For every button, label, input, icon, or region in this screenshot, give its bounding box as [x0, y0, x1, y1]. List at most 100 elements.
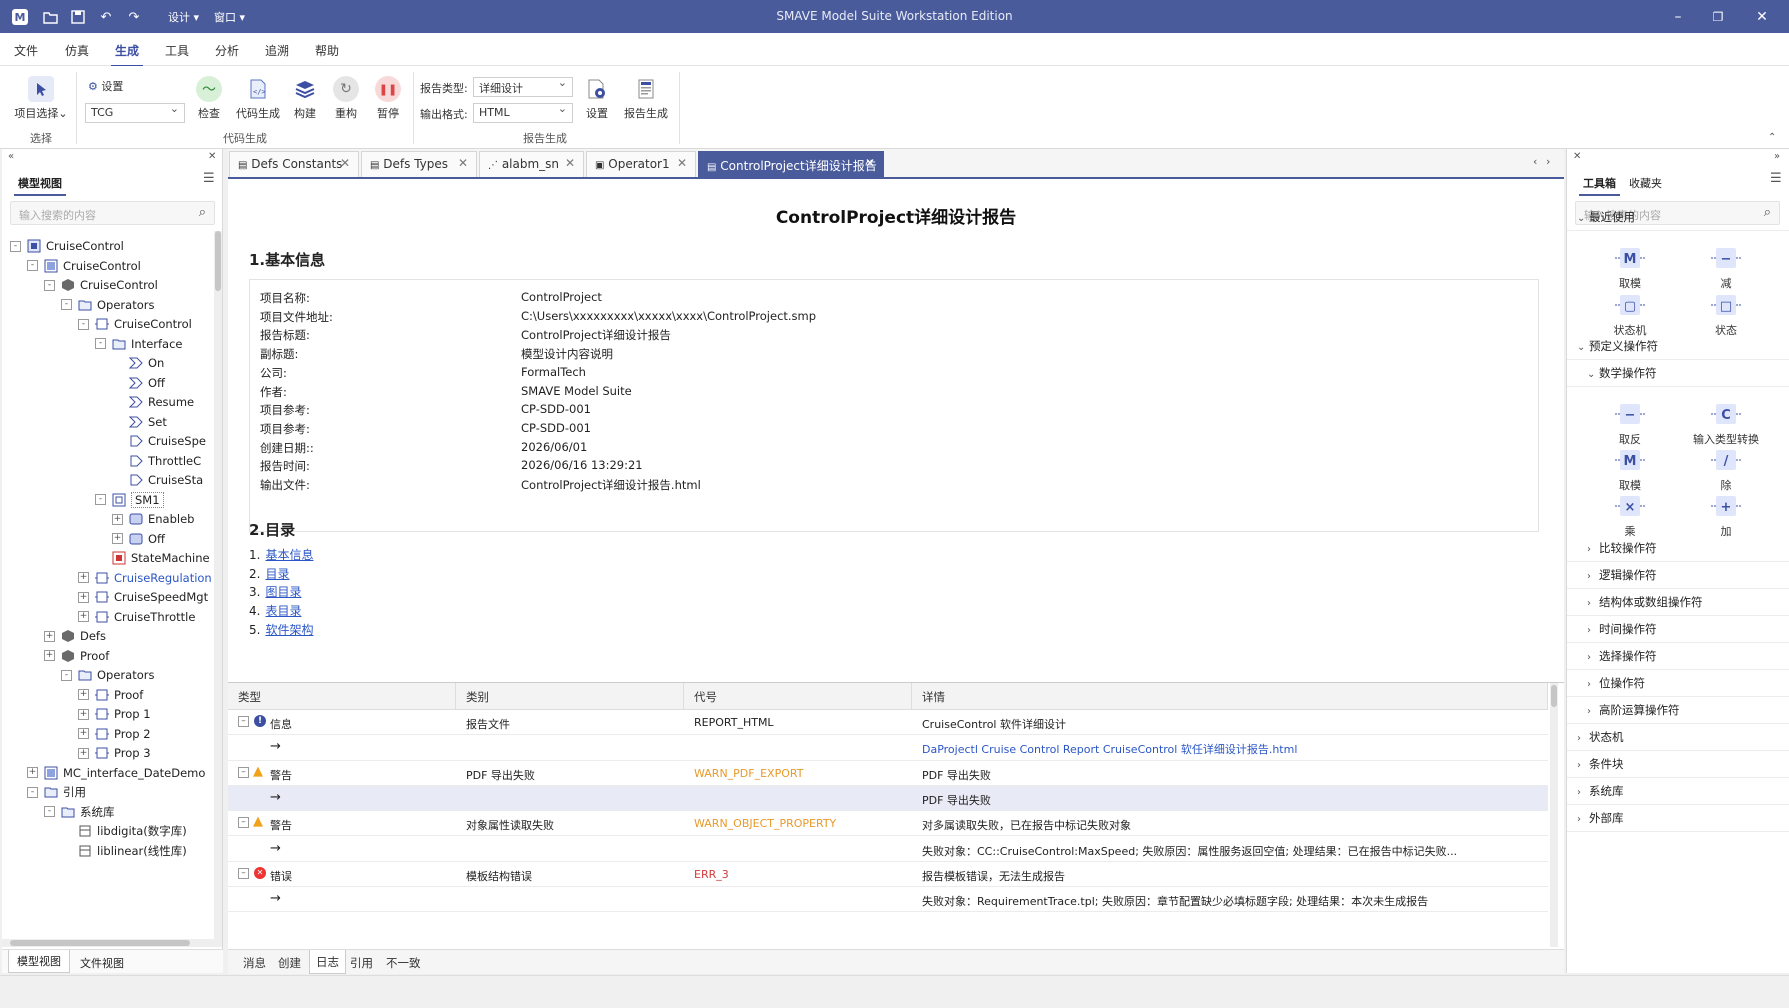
log-tab-create[interactable]: 创建	[278, 955, 301, 971]
tab-report[interactable]: ▤ ControlProject详细设计报告 ✕	[698, 151, 884, 177]
codegen-settings-button[interactable]: ⚙ 设置	[88, 78, 158, 94]
log-scrollbar[interactable]	[1550, 683, 1558, 947]
tab-scroll-right-icon[interactable]: ›	[1546, 155, 1550, 168]
expand-icon[interactable]: +	[112, 513, 123, 525]
tab-scroll-left-icon[interactable]: ‹	[1533, 155, 1537, 168]
output-format-select[interactable]: HTML	[473, 102, 573, 123]
tcg-select[interactable]: TCG	[85, 102, 185, 123]
toc-link[interactable]: 软件架构	[265, 623, 313, 637]
log-row[interactable]: → 失败对象：RequirementTrace.tpl; 失败原因：章节配置缺少必…	[228, 887, 1548, 913]
report-settings-button[interactable]: 设置	[582, 76, 612, 121]
tree-scroll-thumb[interactable]	[215, 231, 221, 291]
tab-operator1[interactable]: ▣ Operator1 ✕	[586, 151, 696, 177]
log-tab-inconsistent[interactable]: 不一致	[386, 955, 421, 971]
section-math[interactable]: ⌄ 数学操作符	[1567, 357, 1789, 387]
collapse-icon[interactable]: –	[238, 817, 249, 829]
pane-menu-icon[interactable]: ☰	[203, 171, 215, 186]
toc-link[interactable]: 目录	[265, 567, 289, 581]
report-gen-button[interactable]: 报告生成	[622, 76, 670, 121]
collapse-icon[interactable]: -	[27, 786, 38, 798]
close-tab-icon[interactable]: ✕	[458, 156, 468, 170]
tool-type-cast[interactable]: C 输入类型转换	[1686, 401, 1766, 447]
section-sub[interactable]: › 时间操作符	[1567, 613, 1789, 643]
tab-defs-constants[interactable]: ▤ Defs Constants ✕	[229, 151, 359, 177]
expand-icon[interactable]: +	[78, 708, 89, 720]
collapse-icon[interactable]: –	[238, 716, 249, 727]
collapse-icon[interactable]: -	[78, 318, 89, 330]
report-type-select[interactable]: 详细设计	[473, 76, 573, 97]
favorites-tab[interactable]: 收藏夹	[1629, 175, 1662, 191]
tree-scrollbar[interactable]	[214, 231, 222, 947]
code-gen-button[interactable]: </> 代码生成	[234, 76, 282, 121]
expand-icon[interactable]: +	[78, 689, 89, 700]
close-icon[interactable]: ✕	[1749, 6, 1775, 28]
collapse-icon[interactable]: –	[238, 867, 249, 879]
tool-modulo-2[interactable]: M 取模	[1590, 447, 1670, 493]
check-button[interactable]: 〜 检查	[194, 76, 224, 121]
expand-icon[interactable]: +	[27, 767, 38, 778]
log-row[interactable]: → PDF 导出失败	[228, 785, 1548, 812]
tool-modulo[interactable]: M 取模	[1590, 245, 1670, 291]
toolbox-tab[interactable]: 工具箱	[1579, 175, 1620, 196]
log-row[interactable]: – ✕ 错误 模板结构错误 ERR_3 报告模板错误，无法生成报告	[228, 862, 1548, 888]
section-sub[interactable]: › 比较操作符	[1567, 532, 1789, 562]
section-sub[interactable]: › 选择操作符	[1567, 640, 1789, 670]
section-sub[interactable]: › 高阶运算操作符	[1567, 694, 1789, 724]
pane-close-icon[interactable]: ✕	[208, 151, 216, 162]
log-row[interactable]: – ▲ 警告 对象属性读取失败 WARN_OBJECT_PROPERTY 对多属读取失败，…	[228, 811, 1548, 837]
log-detail[interactable]: DaProjectl Cruise Control Report CruiseC…	[922, 741, 1542, 757]
expand-icon[interactable]: +	[78, 591, 89, 603]
toc-link[interactable]: 图目录	[265, 585, 301, 599]
section-top[interactable]: › 状态机	[1567, 721, 1789, 751]
expand-icon[interactable]: +	[112, 533, 123, 544]
section-sub[interactable]: › 逻辑操作符	[1567, 559, 1789, 589]
project-select-button[interactable]: 项目选择⌄	[12, 76, 70, 121]
section-top[interactable]: › 外部库	[1567, 802, 1789, 832]
rebuild-button[interactable]: ↻ 重构	[331, 76, 361, 121]
bottom-tab-model-view[interactable]: 模型视图	[8, 950, 70, 973]
pane-close-icon[interactable]: ✕	[1573, 151, 1581, 162]
pause-button[interactable]: ❚❚ 暂停	[373, 76, 403, 121]
menu-analysis[interactable]: 分析	[215, 42, 239, 59]
col-code-header[interactable]: 代号	[684, 683, 912, 710]
ribbon-collapse-icon[interactable]: ⌃	[1768, 132, 1776, 143]
collapse-icon[interactable]: -	[27, 260, 38, 271]
collapse-icon[interactable]: -	[10, 240, 21, 252]
toc-link[interactable]: 表目录	[265, 604, 301, 618]
tree-node[interactable]: +liblinear(线性库)	[61, 840, 187, 862]
section-top[interactable]: › 条件块	[1567, 748, 1789, 778]
build-button[interactable]: 构建	[290, 76, 320, 121]
expand-icon[interactable]: +	[78, 728, 89, 739]
tool-subtract[interactable]: − 减	[1686, 245, 1766, 291]
tree-hscrollbar[interactable]	[2, 939, 214, 947]
col-category-header[interactable]: 类别	[456, 683, 684, 710]
expand-icon[interactable]: +	[78, 572, 89, 583]
log-tab-log[interactable]: 日志	[309, 950, 346, 974]
section-recent[interactable]: ⌄ 最近使用	[1567, 201, 1789, 231]
col-detail-header[interactable]: 详情	[912, 683, 1548, 710]
pane-collapse-icon[interactable]: »	[1774, 151, 1780, 162]
log-tab-messages[interactable]: 消息	[243, 955, 266, 971]
toc-link[interactable]: 基本信息	[265, 548, 313, 562]
restore-icon[interactable]: ❐	[1705, 6, 1731, 28]
col-type-header[interactable]: 类型	[228, 683, 456, 710]
pane-menu-icon[interactable]: ☰	[1770, 171, 1782, 186]
bottom-tab-file-view[interactable]: 文件视图	[80, 955, 124, 971]
close-tab-icon[interactable]: ✕	[677, 156, 687, 170]
expand-icon[interactable]: +	[78, 611, 89, 622]
collapse-icon[interactable]: -	[95, 338, 106, 349]
log-tab-refs[interactable]: 引用	[350, 955, 373, 971]
collapse-icon[interactable]: -	[44, 279, 55, 291]
log-row[interactable]: –! 信息 报告文件 REPORT_HTML CruiseControl 软件详细设计	[228, 710, 1548, 736]
model-view-tab[interactable]: 模型视图	[14, 175, 66, 196]
section-sub[interactable]: › 结构体或数组操作符	[1567, 586, 1789, 616]
close-tab-icon[interactable]: ✕	[865, 156, 875, 170]
pane-collapse-icon[interactable]: «	[8, 151, 14, 162]
collapse-icon[interactable]: -	[61, 669, 72, 681]
tab-alabm-sn[interactable]: ⋰ alabm_sn ✕	[479, 151, 584, 177]
tool-divide[interactable]: / 除	[1686, 447, 1766, 493]
close-tab-icon[interactable]: ✕	[565, 156, 575, 170]
collapse-icon[interactable]: -	[44, 806, 55, 817]
tool-negate[interactable]: − 取反	[1590, 401, 1670, 447]
close-tab-icon[interactable]: ✕	[340, 156, 350, 170]
